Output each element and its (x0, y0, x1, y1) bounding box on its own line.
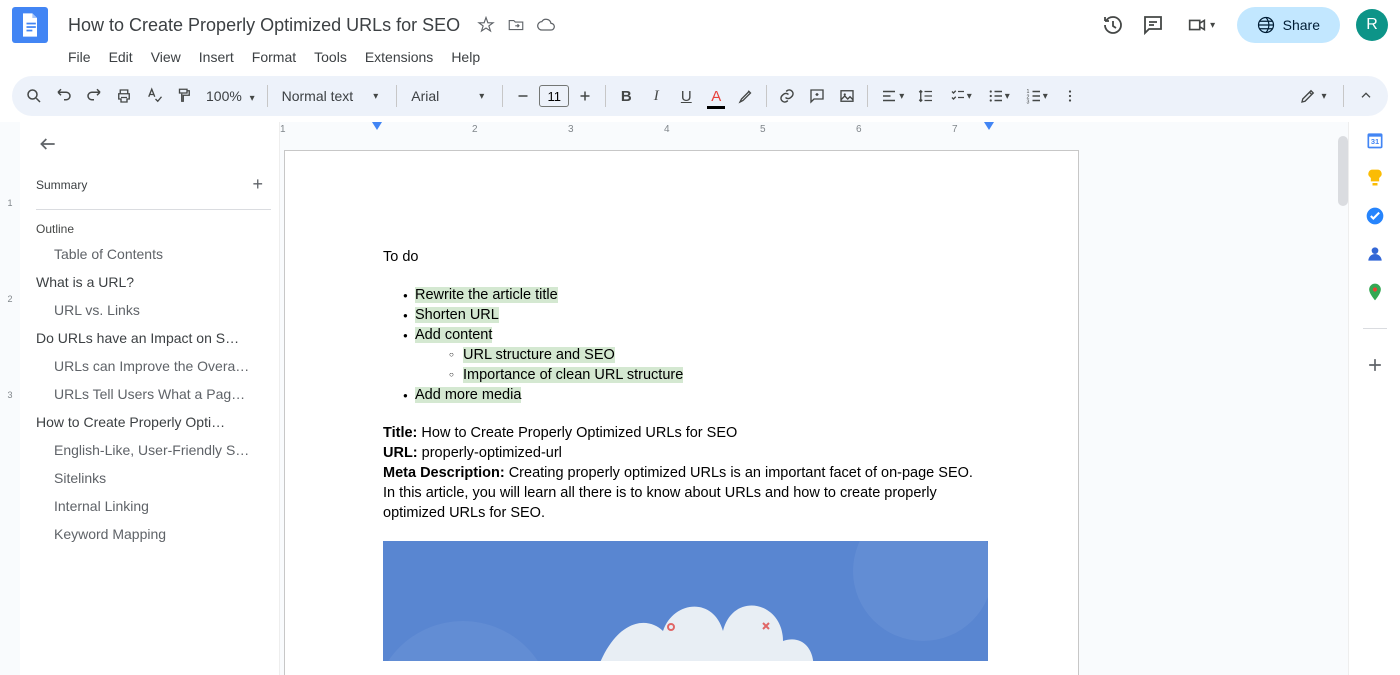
todo-header: To do (383, 247, 980, 267)
hide-menus-icon[interactable] (1352, 82, 1380, 110)
comments-icon[interactable] (1141, 13, 1165, 37)
outline-item[interactable]: Internal Linking (32, 492, 275, 520)
outline-item[interactable]: Sitelinks (32, 464, 275, 492)
move-icon[interactable] (506, 15, 526, 35)
link-icon[interactable] (773, 82, 801, 110)
highlight-icon[interactable] (732, 82, 760, 110)
menu-view[interactable]: View (143, 46, 189, 68)
outline-item[interactable]: Keyword Mapping (32, 520, 275, 548)
document-area: 1 2 3 4 5 6 7 To do Rewrite the article … (280, 122, 1348, 675)
numbered-list-icon[interactable]: 123▾ (1018, 82, 1054, 110)
document-page[interactable]: To do Rewrite the article title Shorten … (284, 150, 1079, 675)
close-outline-icon[interactable] (32, 128, 64, 160)
italic-icon[interactable]: I (642, 82, 670, 110)
star-icon[interactable] (476, 15, 496, 35)
horizontal-ruler[interactable]: 1 2 3 4 5 6 7 (280, 122, 1348, 140)
avatar[interactable]: R (1356, 9, 1388, 41)
outline-item[interactable]: What is a URL? (32, 268, 275, 296)
menu-file[interactable]: File (60, 46, 99, 68)
undo-icon[interactable] (50, 82, 78, 110)
increase-font-icon[interactable] (571, 82, 599, 110)
outline-item[interactable]: URLs Tell Users What a Pag… (32, 380, 275, 408)
contacts-icon[interactable] (1365, 244, 1385, 264)
print-icon[interactable] (110, 82, 138, 110)
bullet-list-icon[interactable]: ▾ (980, 82, 1016, 110)
add-summary-icon[interactable]: + (252, 174, 263, 195)
summary-label: Summary (36, 178, 87, 192)
checklist-icon[interactable]: ▾ (942, 82, 978, 110)
paint-format-icon[interactable] (170, 82, 198, 110)
menu-format[interactable]: Format (244, 46, 304, 68)
editing-mode-icon[interactable]: ▾ (1291, 82, 1335, 110)
outline-item[interactable]: How to Create Properly Opti… (32, 408, 275, 436)
menu-insert[interactable]: Insert (191, 46, 242, 68)
share-label: Share (1283, 17, 1320, 33)
outline-item[interactable]: Table of Contents (32, 240, 275, 268)
svg-text:3: 3 (1026, 100, 1029, 106)
share-button[interactable]: Share (1237, 7, 1340, 43)
menu-edit[interactable]: Edit (101, 46, 141, 68)
hero-image[interactable] (383, 541, 988, 661)
maps-icon[interactable] (1365, 282, 1385, 302)
redo-icon[interactable] (80, 82, 108, 110)
font-size-input[interactable] (539, 85, 569, 107)
outline-label: Outline (32, 218, 275, 240)
svg-text:31: 31 (1370, 137, 1378, 146)
menu-help[interactable]: Help (443, 46, 488, 68)
align-icon[interactable]: ▾ (874, 82, 910, 110)
underline-icon[interactable]: U (672, 82, 700, 110)
title-bar: How to Create Properly Optimized URLs fo… (0, 0, 1400, 44)
outline-item[interactable]: URL vs. Links (32, 296, 275, 324)
add-comment-icon[interactable] (803, 82, 831, 110)
text-color-icon[interactable]: A (702, 82, 730, 110)
outline-panel: Summary + Outline Table of ContentsWhat … (20, 122, 280, 675)
history-icon[interactable] (1101, 13, 1125, 37)
side-panel: 31 (1348, 122, 1400, 675)
vertical-ruler: 123 (0, 122, 20, 675)
docs-logo[interactable] (12, 7, 48, 43)
zoom-dropdown[interactable]: 100% ▾ (200, 88, 261, 104)
decrease-font-icon[interactable] (509, 82, 537, 110)
outline-item[interactable]: URLs can Improve the Overa… (32, 352, 275, 380)
cloud-status-icon[interactable] (536, 15, 556, 35)
scrollbar[interactable] (1338, 136, 1348, 206)
meet-icon[interactable]: ▾ (1181, 13, 1221, 37)
outline-item[interactable]: Do URLs have an Impact on S… (32, 324, 275, 352)
menu-extensions[interactable]: Extensions (357, 46, 441, 68)
search-icon[interactable] (20, 82, 48, 110)
paragraph-style-dropdown[interactable]: Normal text▾ (274, 88, 391, 104)
menu-tools[interactable]: Tools (306, 46, 355, 68)
menu-bar: File Edit View Insert Format Tools Exten… (48, 44, 1400, 70)
font-dropdown[interactable]: Arial▾ (403, 88, 496, 104)
more-options-icon[interactable] (1056, 82, 1084, 110)
keep-icon[interactable] (1365, 168, 1385, 188)
doc-title[interactable]: How to Create Properly Optimized URLs fo… (60, 12, 468, 39)
add-addon-icon[interactable] (1365, 355, 1385, 375)
line-spacing-icon[interactable] (912, 82, 940, 110)
outline-item[interactable]: English-Like, User-Friendly S… (32, 436, 275, 464)
tasks-icon[interactable] (1365, 206, 1385, 226)
spellcheck-icon[interactable] (140, 82, 168, 110)
bold-icon[interactable]: B (612, 82, 640, 110)
insert-image-icon[interactable] (833, 82, 861, 110)
calendar-icon[interactable]: 31 (1365, 130, 1385, 150)
toolbar: 100% ▾ Normal text▾ Arial▾ B I U A ▾ ▾ ▾… (12, 76, 1388, 116)
